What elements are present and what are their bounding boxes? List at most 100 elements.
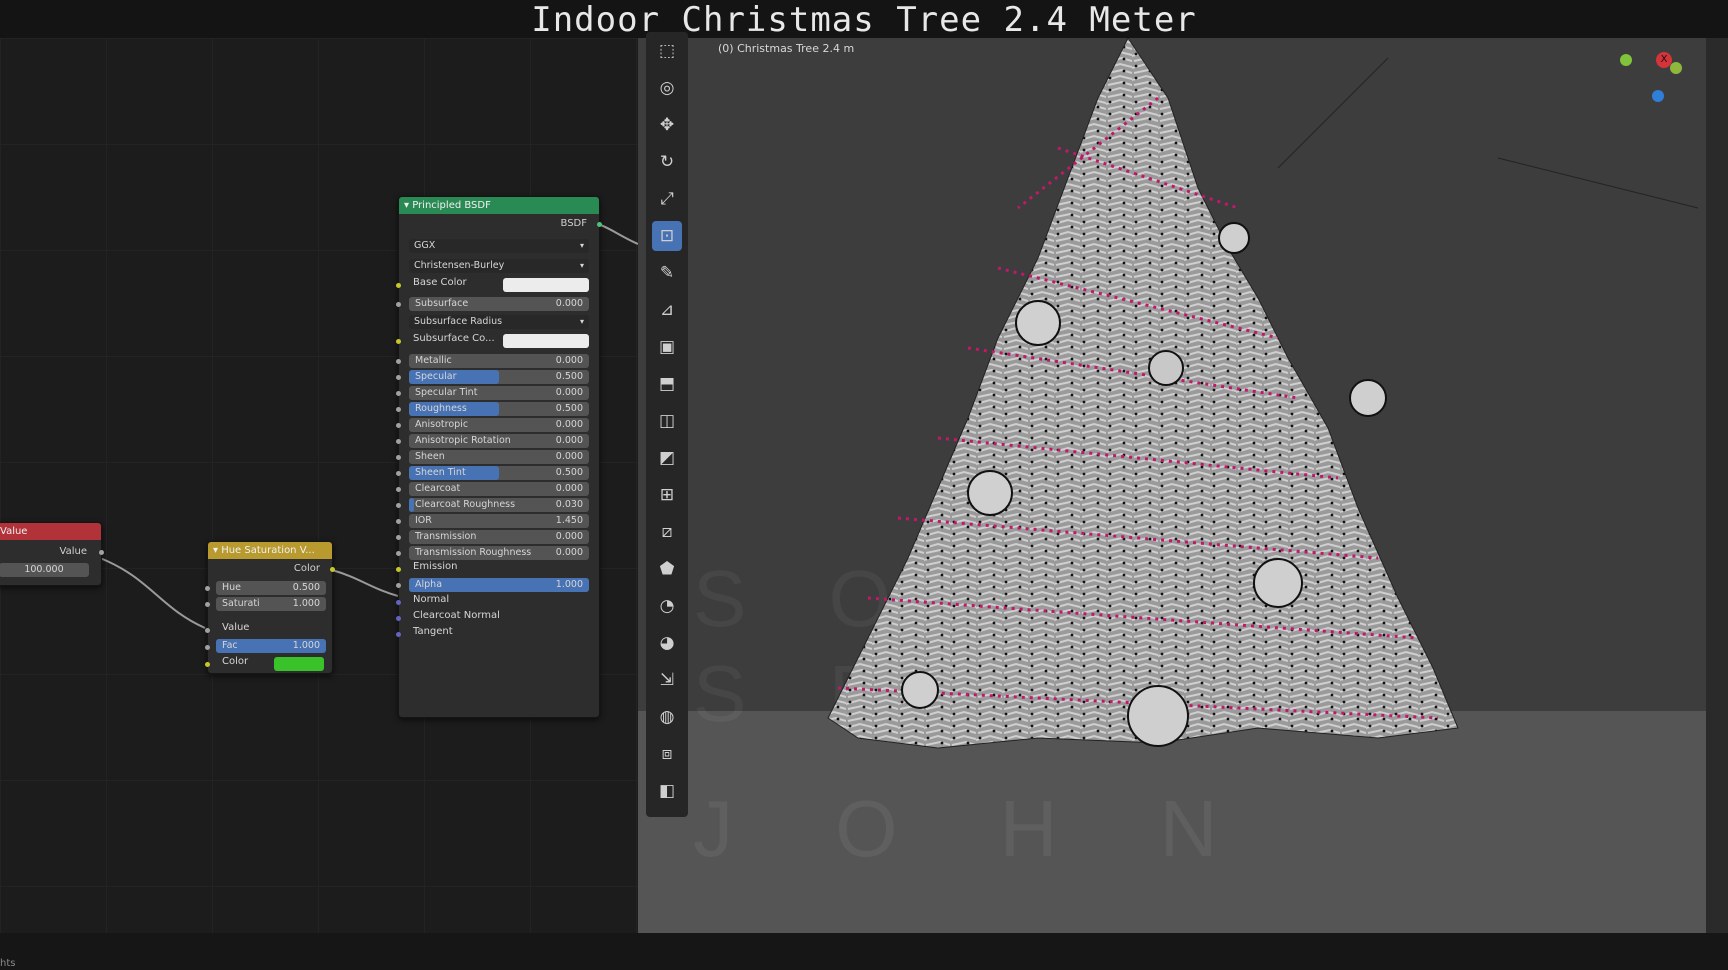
input-socket[interactable] bbox=[396, 359, 401, 364]
input-socket[interactable] bbox=[396, 503, 401, 508]
bsdf-field-sheen[interactable]: Sheen 0.000 bbox=[409, 450, 589, 464]
transform-icon[interactable]: ⊡ bbox=[652, 221, 682, 251]
cursor-icon[interactable]: ◎ bbox=[652, 73, 682, 103]
bsdf-field-specular[interactable]: Specular 0.500 bbox=[409, 370, 589, 384]
hue-sat-field[interactable]: Hue 0.500 bbox=[216, 581, 326, 595]
bsdf-field-ior[interactable]: IOR 1.450 bbox=[409, 514, 589, 528]
extrude-icon[interactable]: ⬒ bbox=[652, 369, 682, 399]
input-socket[interactable] bbox=[396, 616, 401, 621]
input-socket[interactable] bbox=[396, 391, 401, 396]
hue-sat-field[interactable]: Saturati 1.000 bbox=[216, 597, 326, 611]
input-socket[interactable] bbox=[396, 551, 401, 556]
input-socket[interactable] bbox=[396, 632, 401, 637]
subsurface-color-socket[interactable] bbox=[396, 339, 401, 344]
collapse-icon[interactable]: ▾ bbox=[213, 545, 221, 556]
field-value: 1.000 bbox=[292, 598, 320, 609]
inset-icon[interactable]: ◫ bbox=[652, 406, 682, 436]
field-value: 0.500 bbox=[555, 371, 583, 382]
field-fill bbox=[409, 498, 415, 512]
christmas-tree-mesh[interactable] bbox=[638, 38, 1706, 933]
bsdf-header[interactable]: ▾ Principled BSDF bbox=[399, 197, 599, 214]
chevron-down-icon: ▾ bbox=[579, 241, 584, 250]
bsdf-field-transmission[interactable]: Transmission 0.000 bbox=[409, 530, 589, 544]
properties-tab-strip[interactable] bbox=[1706, 38, 1728, 933]
value-field[interactable]: 100.000 bbox=[0, 563, 89, 577]
input-socket[interactable] bbox=[396, 600, 401, 605]
hue-saturation-node[interactable]: ▾ Hue Saturation V... Color Value Fac 1.… bbox=[205, 541, 335, 674]
field-label: Metallic bbox=[415, 355, 452, 366]
color-swatch[interactable] bbox=[274, 657, 324, 671]
node-editor[interactable]: Value Value 100.000 ▾ Hue Saturation V..… bbox=[0, 38, 638, 933]
bsdf-field-roughness[interactable]: Roughness 0.500 bbox=[409, 402, 589, 416]
gizmo-z-axis[interactable] bbox=[1652, 90, 1664, 102]
distribution-dropdown[interactable]: GGX ▾ bbox=[409, 239, 589, 253]
smooth-icon[interactable]: ◕ bbox=[652, 628, 682, 658]
shrink-fatten-icon[interactable]: ◍ bbox=[652, 702, 682, 732]
base-color-swatch[interactable] bbox=[503, 278, 589, 292]
subsurface-radius-dropdown[interactable]: Subsurface Radius ▾ bbox=[409, 315, 589, 329]
bsdf-field-transmission-roughness[interactable]: Transmission Roughness 0.000 bbox=[409, 546, 589, 560]
annotate-icon[interactable]: ✎ bbox=[652, 258, 682, 288]
navigation-gizmo[interactable]: X bbox=[1616, 42, 1696, 122]
bsdf-field-clearcoat-roughness[interactable]: Clearcoat Roughness 0.030 bbox=[409, 498, 589, 512]
principled-bsdf-node[interactable]: ▾ Principled BSDF BSDF GGX ▾ Christensen… bbox=[396, 196, 602, 718]
subsurface-color-label: Subsurface Co... bbox=[413, 333, 495, 344]
field-label: Anisotropic Rotation bbox=[415, 435, 511, 446]
value-node-header[interactable]: Value bbox=[0, 523, 101, 540]
input-socket[interactable] bbox=[396, 455, 401, 460]
bsdf-field-sheen-tint[interactable]: Sheen Tint 0.500 bbox=[409, 466, 589, 480]
edge-slide-icon[interactable]: ⇲ bbox=[652, 665, 682, 695]
input-socket[interactable] bbox=[396, 487, 401, 492]
gizmo-y-neg-axis[interactable] bbox=[1670, 62, 1682, 74]
spin-icon[interactable]: ◔ bbox=[652, 591, 682, 621]
input-socket[interactable] bbox=[396, 302, 401, 307]
status-text: hts bbox=[0, 958, 16, 969]
scale-icon[interactable]: ⤢ bbox=[652, 184, 682, 214]
bsdf-field-specular-tint[interactable]: Specular Tint 0.000 bbox=[409, 386, 589, 400]
bsdf-field-metallic[interactable]: Metallic 0.000 bbox=[409, 354, 589, 368]
subsurface-color-swatch[interactable] bbox=[503, 334, 589, 348]
input-socket[interactable] bbox=[396, 519, 401, 524]
add-cube-icon[interactable]: ▣ bbox=[652, 332, 682, 362]
bsdf-output-socket[interactable] bbox=[597, 222, 602, 227]
gizmo-y-axis[interactable] bbox=[1620, 54, 1632, 66]
bevel-icon[interactable]: ◩ bbox=[652, 443, 682, 473]
loop-cut-icon[interactable]: ⊞ bbox=[652, 480, 682, 510]
input-socket[interactable] bbox=[396, 375, 401, 380]
bsdf-field-anisotropic-rotation[interactable]: Anisotropic Rotation 0.000 bbox=[409, 434, 589, 448]
fac-field[interactable]: Fac 1.000 bbox=[216, 639, 326, 653]
input-socket[interactable] bbox=[396, 535, 401, 540]
input-socket[interactable] bbox=[396, 471, 401, 476]
value-node[interactable]: Value Value 100.000 bbox=[0, 522, 104, 586]
measure-icon[interactable]: ⊿ bbox=[652, 295, 682, 325]
color-output-socket[interactable] bbox=[330, 567, 335, 572]
shear-icon[interactable]: ⧈ bbox=[652, 739, 682, 769]
bsdf-field-subsurface[interactable]: Subsurface 0.000 bbox=[409, 297, 589, 311]
input-socket[interactable] bbox=[396, 407, 401, 412]
color-input-socket[interactable] bbox=[205, 662, 210, 667]
base-color-socket[interactable] bbox=[396, 283, 401, 288]
poly-build-icon[interactable]: ⬟ bbox=[652, 554, 682, 584]
input-socket[interactable] bbox=[205, 602, 210, 607]
bsdf-field-alpha[interactable]: Alpha 1.000 bbox=[409, 578, 589, 592]
subsurface-method-dropdown[interactable]: Christensen-Burley ▾ bbox=[409, 259, 589, 273]
bsdf-field-anisotropic[interactable]: Anisotropic 0.000 bbox=[409, 418, 589, 432]
input-socket[interactable] bbox=[396, 439, 401, 444]
fac-input-socket[interactable] bbox=[205, 645, 210, 650]
input-socket[interactable] bbox=[396, 567, 401, 572]
value-input-socket[interactable] bbox=[205, 628, 210, 633]
input-socket[interactable] bbox=[396, 583, 401, 588]
field-label: IOR bbox=[415, 515, 432, 526]
knife-icon[interactable]: ⧄ bbox=[652, 517, 682, 547]
value-output-socket[interactable] bbox=[99, 550, 104, 555]
bsdf-field-clearcoat[interactable]: Clearcoat 0.000 bbox=[409, 482, 589, 496]
move-icon[interactable]: ✥ bbox=[652, 110, 682, 140]
3d-viewport[interactable]: (0) Christmas Tree 2.4 m S O F S E J O H… bbox=[638, 38, 1706, 933]
rip-icon[interactable]: ◧ bbox=[652, 776, 682, 806]
input-socket[interactable] bbox=[396, 423, 401, 428]
rotate-icon[interactable]: ↻ bbox=[652, 147, 682, 177]
select-box-icon[interactable]: ⬚ bbox=[652, 36, 682, 66]
input-socket[interactable] bbox=[205, 586, 210, 591]
hue-sat-header[interactable]: ▾ Hue Saturation V... bbox=[208, 542, 332, 559]
collapse-icon[interactable]: ▾ bbox=[404, 200, 412, 211]
